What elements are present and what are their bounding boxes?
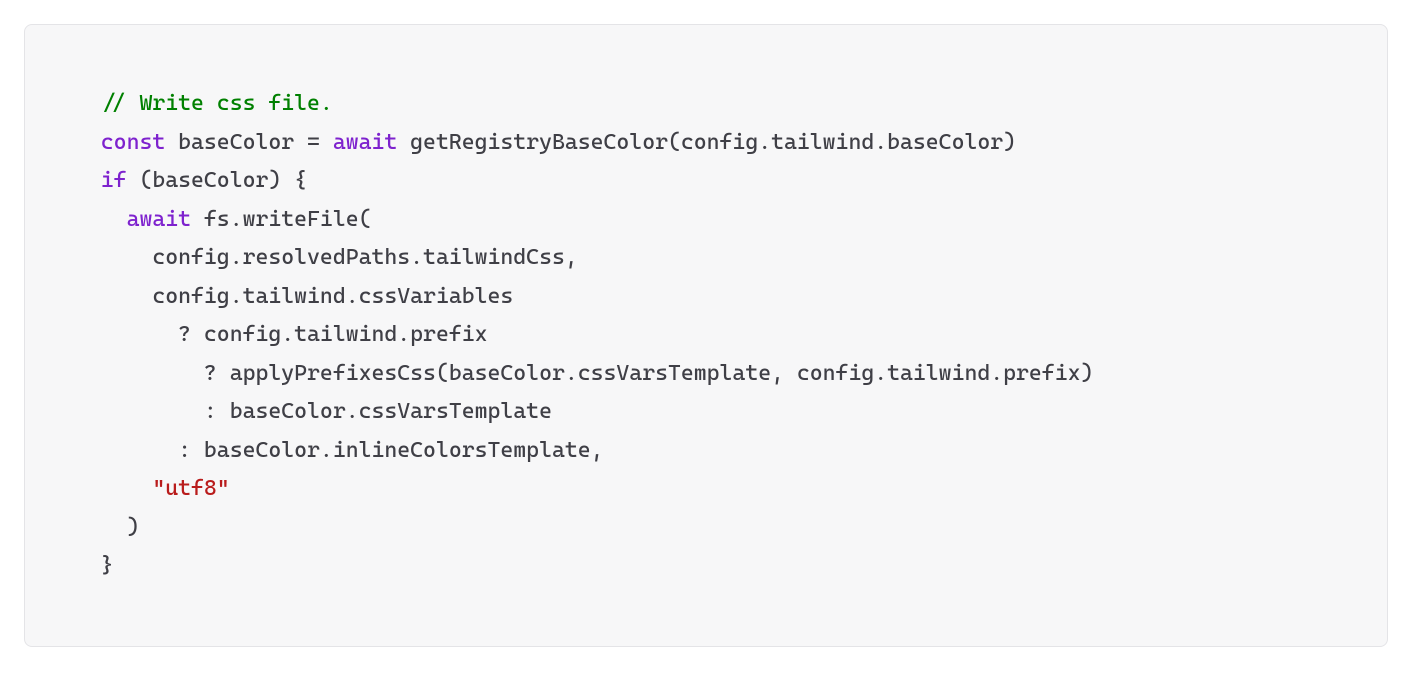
code-token	[75, 91, 101, 116]
code-token: getRegistryBaseColor(config.tailwind.bas…	[397, 130, 1016, 155]
code-token: config.resolvedPaths.tailwindCss,	[75, 245, 578, 270]
code-line: : baseColor.inlineColorsTemplate,	[75, 432, 1337, 471]
code-token: await	[333, 130, 397, 155]
code-line: "utf8"	[75, 470, 1337, 509]
code-token: await	[127, 207, 191, 232]
code-token: : baseColor.cssVarsTemplate	[75, 399, 552, 424]
code-line: config.resolvedPaths.tailwindCss,	[75, 239, 1337, 278]
code-token: )	[75, 515, 139, 540]
code-token	[75, 168, 101, 193]
code-token	[75, 476, 152, 501]
code-line: config.tailwind.cssVariables	[75, 278, 1337, 317]
code-line: const baseColor = await getRegistryBaseC…	[75, 124, 1337, 163]
code-token: baseColor =	[165, 130, 333, 155]
code-token: }	[75, 553, 114, 578]
code-line: ? applyPrefixesCss(baseColor.cssVarsTemp…	[75, 355, 1337, 394]
code-line: : baseColor.cssVarsTemplate	[75, 393, 1337, 432]
code-token: const	[101, 130, 165, 155]
code-line: )	[75, 509, 1337, 548]
code-line: await fs.writeFile(	[75, 201, 1337, 240]
code-token: : baseColor.inlineColorsTemplate,	[75, 438, 604, 463]
code-token: fs.writeFile(	[191, 207, 371, 232]
code-line: if (baseColor) {	[75, 162, 1337, 201]
code-token: ? config.tailwind.prefix	[75, 322, 488, 347]
code-token: ? applyPrefixesCss(baseColor.cssVarsTemp…	[75, 361, 1093, 386]
code-line: // Write css file.	[75, 85, 1337, 124]
code-token: // Write css file.	[101, 91, 333, 116]
code-token	[75, 130, 101, 155]
code-token: (baseColor) {	[127, 168, 307, 193]
code-token	[75, 207, 127, 232]
code-token: "utf8"	[152, 476, 229, 501]
code-line: }	[75, 547, 1337, 586]
code-line: ? config.tailwind.prefix	[75, 316, 1337, 355]
code-token: config.tailwind.cssVariables	[75, 284, 513, 309]
code-token: if	[101, 168, 127, 193]
code-block: // Write css file. const baseColor = awa…	[24, 24, 1388, 647]
